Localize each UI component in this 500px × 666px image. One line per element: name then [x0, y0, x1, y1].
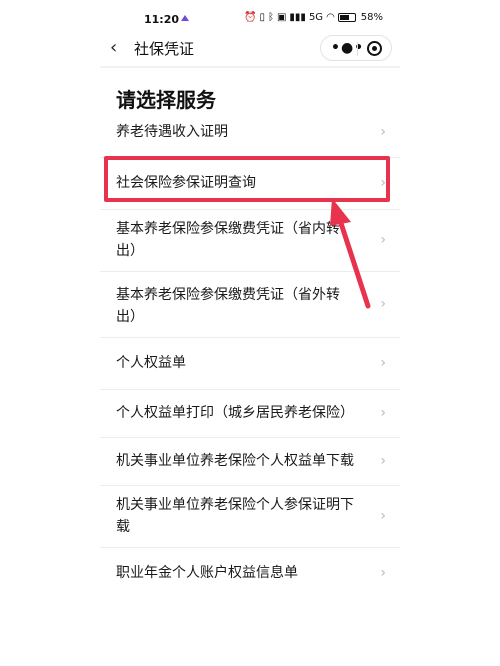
red-arrow-icon	[330, 198, 371, 309]
phone-screen: 11:20 ⏰ ▯ ᛒ ▣ ▮▮▮ 5G ◠ 58% ‹ 社保凭证 •●• 请选…	[100, 0, 400, 666]
